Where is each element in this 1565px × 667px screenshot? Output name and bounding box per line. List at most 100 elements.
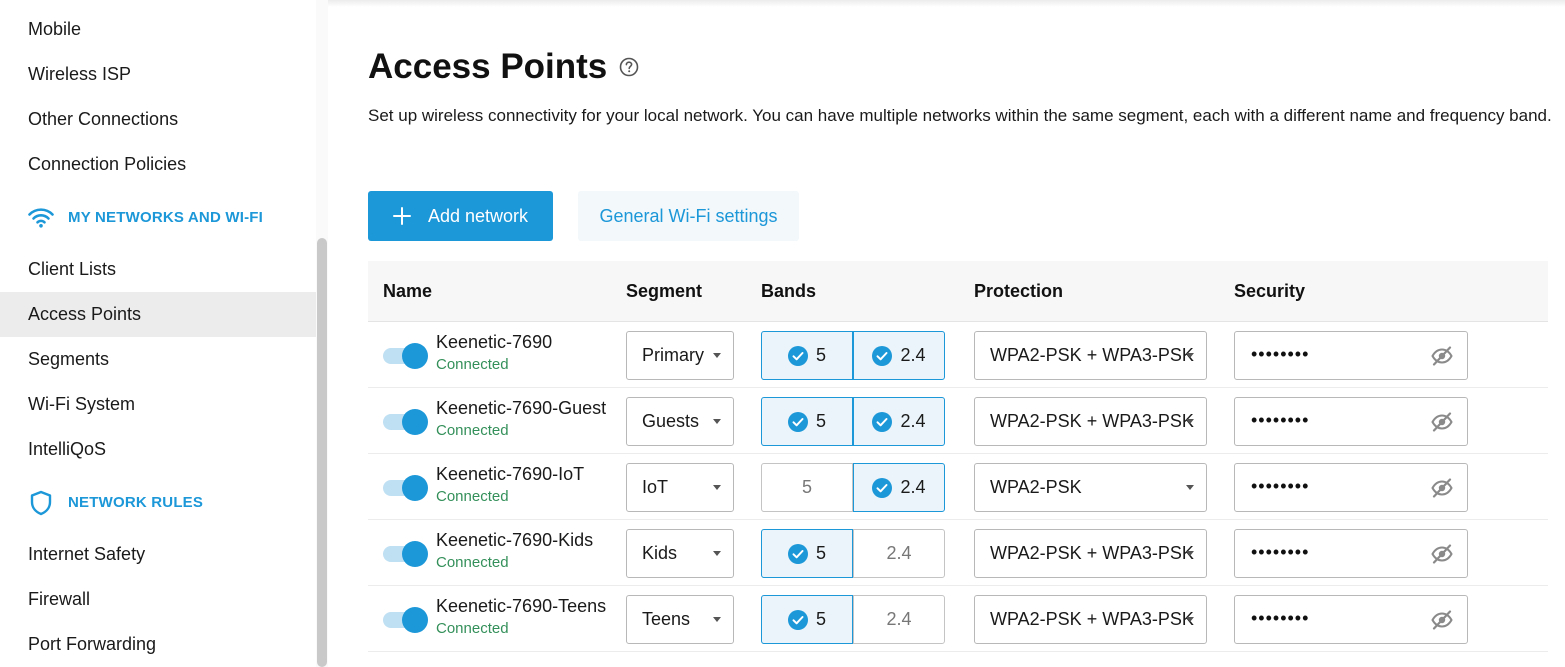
segment-value: Teens bbox=[642, 609, 691, 629]
sidebar-section-rules-label: NETWORK RULES bbox=[68, 494, 204, 511]
band-5-toggle[interactable]: 5 bbox=[761, 529, 853, 578]
sidebar-item-intelliqos[interactable]: IntelliQoS bbox=[0, 427, 316, 472]
add-network-button[interactable]: Add network bbox=[368, 191, 553, 241]
sidebar: Mobile Wireless ISP Other Connections Co… bbox=[0, 0, 328, 667]
table-row: Keenetic-7690 Connected Primary 5 2.4 WP… bbox=[368, 322, 1548, 388]
password-value: •••••••• bbox=[1251, 344, 1310, 364]
sidebar-item-wireless-isp[interactable]: Wireless ISP bbox=[0, 52, 316, 97]
network-name[interactable]: Keenetic-7690-IoT bbox=[436, 464, 584, 485]
network-enable-toggle[interactable] bbox=[383, 475, 428, 501]
sidebar-section-rules[interactable]: NETWORK RULES bbox=[0, 480, 316, 525]
network-status: Connected bbox=[436, 620, 509, 637]
help-icon[interactable] bbox=[619, 57, 639, 77]
network-enable-toggle[interactable] bbox=[383, 541, 428, 567]
protection-value: WPA2-PSK + WPA3-PSK bbox=[990, 543, 1194, 563]
sidebar-item-port-forwarding[interactable]: Port Forwarding bbox=[0, 622, 316, 667]
protection-select[interactable]: WPA2-PSK + WPA3-PSK bbox=[974, 397, 1207, 446]
eye-off-icon[interactable] bbox=[1431, 412, 1453, 432]
network-name[interactable]: Keenetic-7690-Guest bbox=[436, 398, 606, 419]
protection-value: WPA2-PSK bbox=[990, 477, 1082, 497]
sidebar-item-client-lists[interactable]: Client Lists bbox=[0, 247, 316, 292]
sidebar-section-networks-label: MY NETWORKS AND WI-FI bbox=[68, 209, 264, 226]
page-description: Set up wireless connectivity for your lo… bbox=[368, 106, 1552, 125]
caret-down-icon bbox=[1186, 353, 1194, 358]
band-5-toggle[interactable]: 5 bbox=[761, 463, 853, 512]
band-2-4-toggle[interactable]: 2.4 bbox=[853, 595, 945, 644]
sidebar-item-other-connections[interactable]: Other Connections bbox=[0, 97, 316, 142]
check-circle-icon bbox=[787, 543, 808, 564]
segment-select[interactable]: Primary bbox=[626, 331, 734, 380]
eye-off-icon[interactable] bbox=[1431, 478, 1453, 498]
protection-value: WPA2-PSK + WPA3-PSK bbox=[990, 345, 1194, 365]
sidebar-section-networks[interactable]: MY NETWORKS AND WI-FI bbox=[0, 195, 316, 240]
top-bar-shadow bbox=[328, 0, 1565, 7]
protection-select[interactable]: WPA2-PSK + WPA3-PSK bbox=[974, 595, 1207, 644]
caret-down-icon bbox=[713, 617, 721, 622]
caret-down-icon bbox=[1186, 551, 1194, 556]
plus-icon bbox=[393, 207, 411, 225]
band-5-toggle[interactable]: 5 bbox=[761, 397, 853, 446]
password-field[interactable]: •••••••• bbox=[1234, 463, 1468, 512]
sidebar-item-wifi-system[interactable]: Wi-Fi System bbox=[0, 382, 316, 427]
general-wifi-settings-button[interactable]: General Wi-Fi settings bbox=[578, 191, 799, 241]
segment-select[interactable]: Guests bbox=[626, 397, 734, 446]
segment-select[interactable]: IoT bbox=[626, 463, 734, 512]
protection-select[interactable]: WPA2-PSK + WPA3-PSK bbox=[974, 331, 1207, 380]
sidebar-item-segments[interactable]: Segments bbox=[0, 337, 316, 382]
eye-off-icon[interactable] bbox=[1431, 610, 1453, 630]
table-row: Keenetic-7690-IoT Connected IoT 5 2.4 WP… bbox=[368, 454, 1548, 520]
app-root: Mobile Wireless ISP Other Connections Co… bbox=[0, 0, 1565, 667]
eye-off-icon[interactable] bbox=[1431, 346, 1453, 366]
band-2-4-toggle[interactable]: 2.4 bbox=[853, 463, 945, 512]
caret-down-icon bbox=[1186, 419, 1194, 424]
band-5-toggle[interactable]: 5 bbox=[761, 595, 853, 644]
segment-select[interactable]: Kids bbox=[626, 529, 734, 578]
band-2-4-label: 2.4 bbox=[900, 411, 926, 431]
network-name[interactable]: Keenetic-7690-Teens bbox=[436, 596, 606, 617]
password-value: •••••••• bbox=[1251, 476, 1310, 496]
band-2-4-toggle[interactable]: 2.4 bbox=[853, 529, 945, 578]
caret-down-icon bbox=[1186, 617, 1194, 622]
segment-select[interactable]: Teens bbox=[626, 595, 734, 644]
column-header-protection: Protection bbox=[974, 281, 1064, 301]
caret-down-icon bbox=[713, 485, 721, 490]
access-points-table: Name Segment Bands Protection Security K… bbox=[368, 261, 1548, 652]
protection-select[interactable]: WPA2-PSK + WPA3-PSK bbox=[974, 529, 1207, 578]
band-2-4-toggle[interactable]: 2.4 bbox=[853, 331, 945, 380]
sidebar-item-firewall[interactable]: Firewall bbox=[0, 577, 316, 622]
wifi-icon bbox=[28, 205, 54, 231]
segment-value: Primary bbox=[642, 345, 704, 365]
network-enable-toggle[interactable] bbox=[383, 343, 428, 369]
password-value: •••••••• bbox=[1251, 410, 1310, 430]
network-name[interactable]: Keenetic-7690 bbox=[436, 332, 552, 353]
table-row: Keenetic-7690-Guest Connected Guests 5 2… bbox=[368, 388, 1548, 454]
protection-select[interactable]: WPA2-PSK bbox=[974, 463, 1207, 512]
segment-value: Guests bbox=[642, 411, 700, 431]
sidebar-item-mobile[interactable]: Mobile bbox=[0, 7, 316, 52]
sidebar-item-internet-safety[interactable]: Internet Safety bbox=[0, 532, 316, 577]
sidebar-scrollbar-thumb[interactable] bbox=[317, 238, 327, 667]
band-2-4-label: 2.4 bbox=[900, 477, 926, 497]
password-field[interactable]: •••••••• bbox=[1234, 529, 1468, 578]
band-5-label: 5 bbox=[815, 411, 826, 431]
network-name[interactable]: Keenetic-7690-Kids bbox=[436, 530, 593, 551]
network-enable-toggle[interactable] bbox=[383, 607, 428, 633]
password-field[interactable]: •••••••• bbox=[1234, 595, 1468, 644]
password-field[interactable]: •••••••• bbox=[1234, 331, 1468, 380]
password-field[interactable]: •••••••• bbox=[1234, 397, 1468, 446]
sidebar-item-access-points[interactable]: Access Points bbox=[0, 292, 316, 337]
column-header-security: Security bbox=[1234, 281, 1306, 301]
band-2-4-toggle[interactable]: 2.4 bbox=[853, 397, 945, 446]
eye-off-icon[interactable] bbox=[1431, 544, 1453, 564]
band-5-toggle[interactable]: 5 bbox=[761, 331, 853, 380]
band-5-label: 5 bbox=[801, 477, 812, 497]
page-title-text: Access Points bbox=[368, 47, 608, 86]
check-circle-icon bbox=[787, 345, 808, 366]
network-status: Connected bbox=[436, 488, 509, 505]
band-5-label: 5 bbox=[815, 345, 826, 365]
sidebar-item-connection-policies[interactable]: Connection Policies bbox=[0, 142, 316, 187]
check-circle-icon bbox=[787, 411, 808, 432]
network-enable-toggle[interactable] bbox=[383, 409, 428, 435]
protection-value: WPA2-PSK + WPA3-PSK bbox=[990, 609, 1194, 629]
main-content: Access Points Set up wireless connectivi… bbox=[328, 0, 1565, 667]
